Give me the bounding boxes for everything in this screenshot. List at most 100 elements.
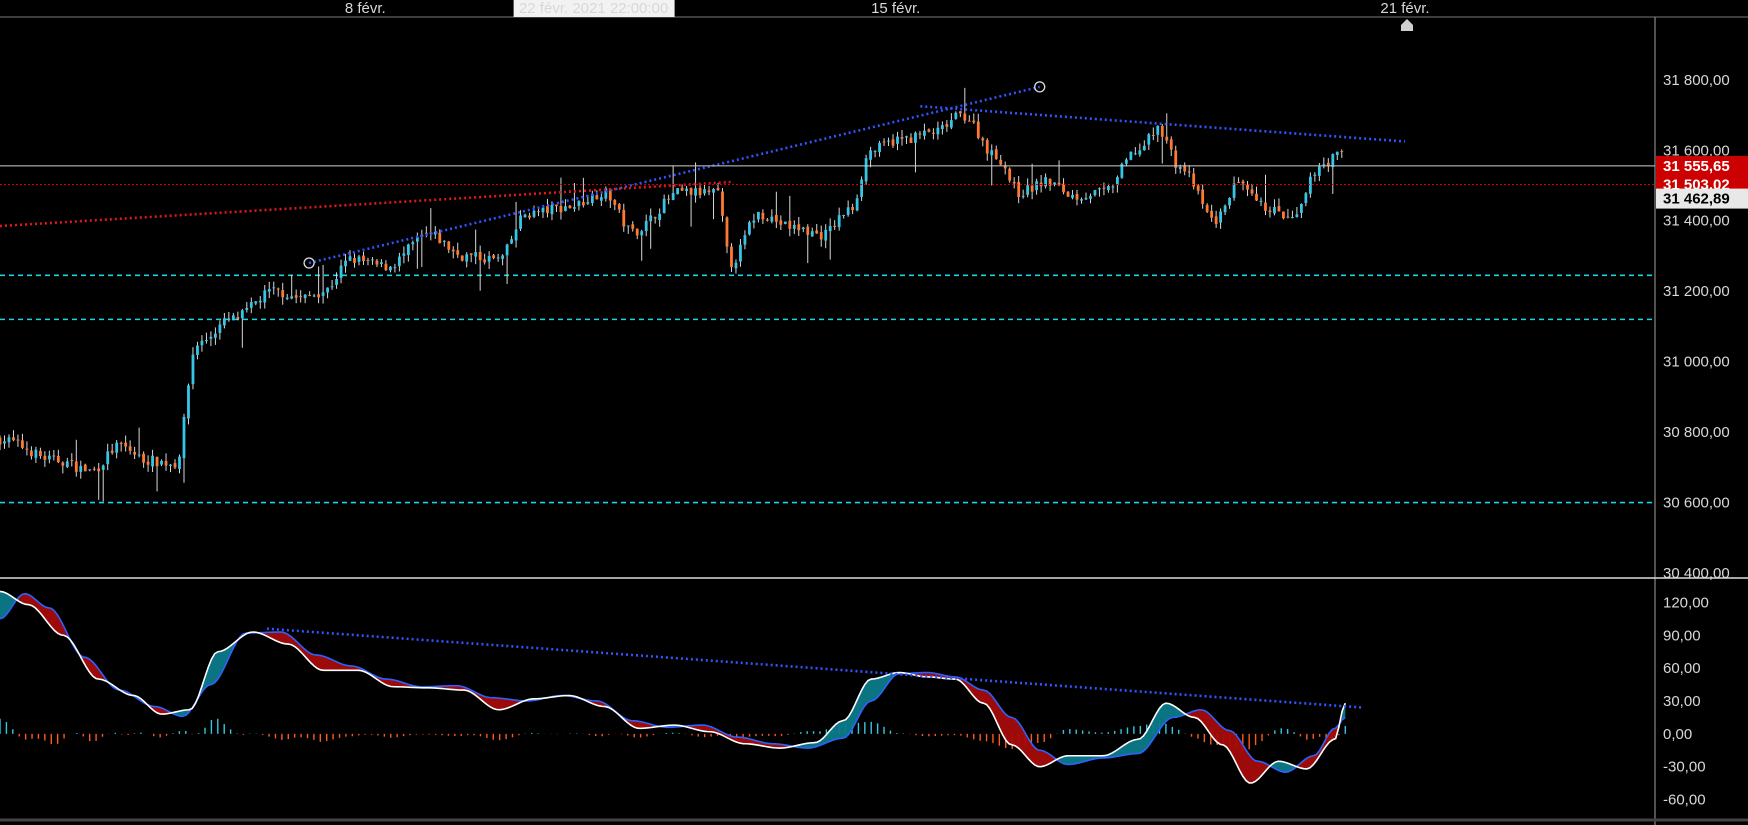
candle-body [0,437,2,445]
candle-body [909,137,913,143]
trading-chart[interactable]: 8 févr. 15 févr. 21 févr. 22 févr. 2021 … [0,0,1748,825]
candle-body [1250,189,1254,194]
candle-body [12,437,15,441]
time-label-2: 21 févr. [1380,0,1429,17]
candle-body [689,188,693,195]
candle-body [214,333,217,338]
candle-body [1089,196,1092,199]
candle-body [779,220,783,225]
candle-body [97,468,101,472]
candle-body [887,140,890,142]
candle-body [38,450,42,457]
candle-body [1219,211,1223,223]
macd-tick-label: 0,00 [1663,726,1692,743]
candle-body [205,340,208,342]
candle-body [160,460,163,465]
candle-body [743,235,747,245]
candle-body [635,228,639,236]
candle-body [312,295,316,297]
candle-body [788,220,792,229]
candle-body [725,217,729,247]
candle-body [613,200,617,205]
candle-body [761,212,765,220]
candle-body [958,111,962,114]
candle-body [3,441,6,444]
candle-body [1241,181,1245,184]
candle-body [151,455,154,467]
candle-body [209,336,213,339]
candle-body [873,150,877,152]
candle-body [896,136,899,144]
candle-body [573,207,576,209]
candle-body [187,385,190,419]
candle-body [1273,207,1276,214]
candle-body [25,448,29,450]
candle-body [739,244,742,262]
candle-body [196,345,199,355]
candle-body [7,437,11,443]
candle-body [815,230,819,234]
candle-body [92,468,96,470]
price-tick-label: 31 200,00 [1663,283,1730,300]
candle-body [1147,134,1151,145]
candle-body [236,316,240,319]
candle-body [891,139,895,146]
candle-body [397,256,401,267]
candle-body [1030,185,1034,192]
candle-body [222,318,226,326]
candle-body [1187,171,1191,173]
candle-body [1124,159,1128,164]
candle-body [510,239,513,244]
candle-body [1259,200,1263,202]
macd-tick-label: 90,00 [1663,627,1701,644]
candle-body [1210,210,1214,218]
candle-body [371,259,374,261]
candle-body [133,451,137,455]
candle-body [770,216,774,222]
candle-body [972,120,976,123]
candle-body [1174,150,1178,168]
candle-body [384,263,388,271]
candle-body [1129,151,1133,160]
candle-body [43,455,47,460]
candle-body [442,240,446,242]
candle-body [227,318,231,320]
candle-body [994,149,998,159]
candle-body [819,232,823,240]
macd-tick-label: 30,00 [1663,693,1701,710]
price-tick-label: 31 800,00 [1663,72,1730,89]
candle-body [1165,136,1169,141]
candle-body [1102,187,1106,189]
candle-body [631,224,635,229]
candle-body [344,260,347,267]
candle-body [783,221,787,224]
candle-body [164,461,168,466]
candle-body [918,133,922,135]
candle-body [878,142,881,153]
candle-body [1021,196,1025,198]
candle-body [514,229,518,241]
candle-body [976,121,980,138]
candle-body [505,244,509,256]
candle-body [1228,197,1231,206]
candle-body [1282,211,1285,219]
candle-body [949,120,953,128]
candle-body [335,279,338,285]
candle-body [662,198,666,213]
candle-body [173,463,177,468]
candle-body [1098,188,1101,190]
candle-body [685,188,688,191]
candle-body [21,440,24,448]
candle-body [1268,210,1272,213]
chart-background [0,0,1748,825]
candle-body [56,455,60,463]
candle-body [389,266,392,271]
candle-body [281,290,285,298]
candle-body [801,227,805,229]
candle-body [406,244,410,255]
candle-body [1196,185,1200,191]
candle-body [734,262,738,269]
candle-body [622,209,626,227]
candle-body [990,150,994,156]
candle-body [1044,177,1047,187]
